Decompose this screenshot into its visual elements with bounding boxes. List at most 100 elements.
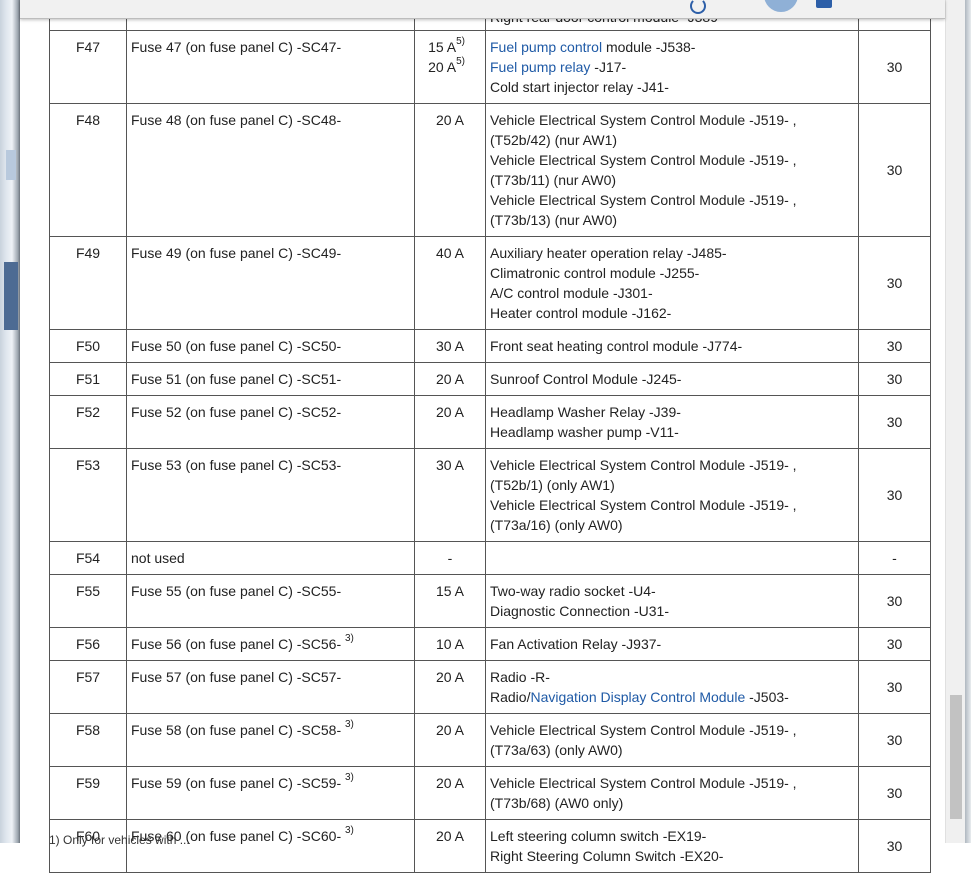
component-line: Vehicle Electrical System Control Module…	[490, 455, 854, 475]
amperage-value: 15 A	[419, 581, 481, 601]
window-left-edge	[0, 0, 20, 843]
component-text: Auxiliary heater operation relay -J485-	[490, 245, 727, 261]
component-line: Radio -R-	[490, 667, 854, 687]
component-cell: Vehicle Electrical System Control Module…	[485, 103, 859, 237]
component-text: (T73b/11) (nur AW0)	[490, 172, 617, 188]
component-line: Vehicle Electrical System Control Module…	[490, 495, 854, 515]
terminal-cell: 30	[858, 574, 931, 628]
amperage-cell: 20 A	[414, 660, 486, 714]
component-text: Headlamp Washer Relay -J39-	[490, 404, 681, 420]
component-text: Radio/	[490, 689, 531, 705]
fuse-id-cell: F51	[49, 362, 127, 396]
amperage-cell: 30 A	[414, 448, 486, 542]
component-line: Diagnostic Connection -U31-	[490, 601, 854, 621]
component-cell: Auxiliary heater operation relay -J485- C…	[485, 236, 859, 330]
component-link[interactable]: Fuel pump control	[490, 39, 602, 55]
component-cell	[485, 541, 859, 575]
amperage-text: 20 A	[435, 828, 465, 844]
component-line: Fan Activation Relay -J937-	[490, 634, 854, 654]
scrollbar-thumb[interactable]	[950, 695, 962, 819]
add-window-icon[interactable]	[816, 0, 832, 8]
footnote-reference[interactable]: 3)	[345, 633, 354, 644]
amperage-value: 20 A	[419, 773, 481, 793]
amperage-text: -	[447, 550, 453, 566]
fuse-description: Fuse 56 (on fuse panel C) -SC56-	[131, 636, 342, 652]
fuse-id-cell: F59	[49, 766, 127, 820]
table-row: F59 Fuse 59 (on fuse panel C) -SC59- 3) 20…	[49, 766, 931, 820]
amperage-cell: 20 A	[414, 362, 486, 396]
component-text: -J17-	[590, 59, 627, 75]
component-text: Cold start injector relay -J41-	[490, 79, 669, 95]
component-text: Diagnostic Connection -U31-	[490, 603, 669, 619]
fuse-description-cell: Fuse 51 (on fuse panel C) -SC51-	[126, 362, 415, 396]
component-cell: Fan Activation Relay -J937-	[485, 627, 859, 661]
component-line: Headlamp washer pump -V11-	[490, 422, 854, 442]
footnote-reference[interactable]: 3)	[345, 719, 354, 730]
component-line: Heater control module -J162-	[490, 303, 854, 323]
fuse-id-cell: F55	[49, 574, 127, 628]
amperage-cell: 15 A5) 20 A5)	[414, 30, 486, 104]
table-row: F56 Fuse 56 (on fuse panel C) -SC56- 3) 10…	[49, 627, 931, 661]
vertical-scrollbar[interactable]	[945, 0, 966, 843]
amperage-text: 20 A	[435, 404, 465, 420]
component-cell: Vehicle Electrical System Control Module…	[485, 713, 859, 767]
amperage-cell: 20 A	[414, 713, 486, 767]
terminal-cell: 30	[858, 30, 931, 104]
component-cell: Two-way radio socket -U4- Diagnostic Conn…	[485, 574, 859, 628]
amperage-text: 15 A	[428, 39, 457, 55]
component-line: Vehicle Electrical System Control Module…	[490, 720, 854, 740]
component-link[interactable]: Fuel pump relay	[490, 59, 590, 75]
table-row: F50 Fuse 50 (on fuse panel C) -SC50- 30 A F…	[49, 329, 931, 363]
fuse-description-cell: Fuse 49 (on fuse panel C) -SC49-	[126, 236, 415, 330]
fuse-description: Fuse 50 (on fuse panel C) -SC50-	[131, 338, 342, 354]
background-window-accent	[4, 262, 18, 330]
amperage-value: 30 A	[419, 455, 481, 475]
component-text: (T73a/63) (only AW0)	[490, 742, 623, 758]
component-text: Vehicle Electrical System Control Module…	[490, 152, 797, 168]
amperage-text: 15 A	[435, 583, 465, 599]
amperage-cell: 15 A	[414, 574, 486, 628]
component-line: Left steering column switch -EX19-	[490, 826, 854, 846]
component-line: Vehicle Electrical System Control Module…	[490, 190, 854, 210]
table-row: F58 Fuse 58 (on fuse panel C) -SC58- 3) 20…	[49, 713, 931, 767]
search-icon[interactable]	[690, 0, 706, 14]
window-right-edge	[965, 0, 971, 843]
fuse-description: Fuse 51 (on fuse panel C) -SC51-	[131, 371, 342, 387]
component-link[interactable]: Navigation Display Control Module	[530, 689, 745, 705]
table-row: F53 Fuse 53 (on fuse panel C) -SC53- 30 A V…	[49, 448, 931, 542]
fuse-description-cell: Fuse 52 (on fuse panel C) -SC52-	[126, 395, 415, 449]
amperage-value: -	[419, 548, 481, 568]
component-text: (T73a/16) (only AW0)	[490, 517, 623, 533]
terminal-cell: 30	[858, 362, 931, 396]
terminal-cell: -	[858, 541, 931, 575]
fuse-description-cell: not used	[126, 541, 415, 575]
terminal-cell: 30	[858, 713, 931, 767]
footnote-reference[interactable]: 5)	[456, 36, 465, 47]
terminal-cell: 30	[858, 766, 931, 820]
component-text: module -J538-	[602, 39, 696, 55]
avatar[interactable]	[764, 0, 798, 12]
fuse-description-cell: Fuse 59 (on fuse panel C) -SC59- 3)	[126, 766, 415, 820]
amperage-value: 20 A	[419, 110, 481, 130]
component-line: Vehicle Electrical System Control Module…	[490, 110, 854, 130]
table-row: F49 Fuse 49 (on fuse panel C) -SC49- 40 A A…	[49, 236, 931, 330]
component-line: A/C control module -J301-	[490, 283, 854, 303]
amperage-cell: 20 A	[414, 103, 486, 237]
amperage-value: 20 A	[419, 720, 481, 740]
fuse-description: Fuse 58 (on fuse panel C) -SC58-	[131, 722, 342, 738]
component-text: Two-way radio socket -U4-	[490, 583, 656, 599]
footnote-reference[interactable]: 5)	[456, 56, 465, 67]
footnote-reference[interactable]: 3)	[345, 825, 354, 836]
amperage-cell: 30 A	[414, 329, 486, 363]
fuse-id-cell: F57	[49, 660, 127, 714]
component-cell: Left steering column switch -EX19- Right …	[485, 819, 859, 873]
component-line: Two-way radio socket -U4-	[490, 581, 854, 601]
terminal-cell: 30	[858, 395, 931, 449]
component-text: Vehicle Electrical System Control Module…	[490, 112, 797, 128]
overlay-toolbar-edge	[20, 0, 945, 19]
footnote-reference[interactable]: 3)	[345, 772, 354, 783]
component-line: (T73b/13) (nur AW0)	[490, 210, 854, 230]
component-text: A/C control module -J301-	[490, 285, 653, 301]
amperage-value: 20 A5)	[419, 57, 481, 77]
fuse-description: Fuse 52 (on fuse panel C) -SC52-	[131, 404, 342, 420]
